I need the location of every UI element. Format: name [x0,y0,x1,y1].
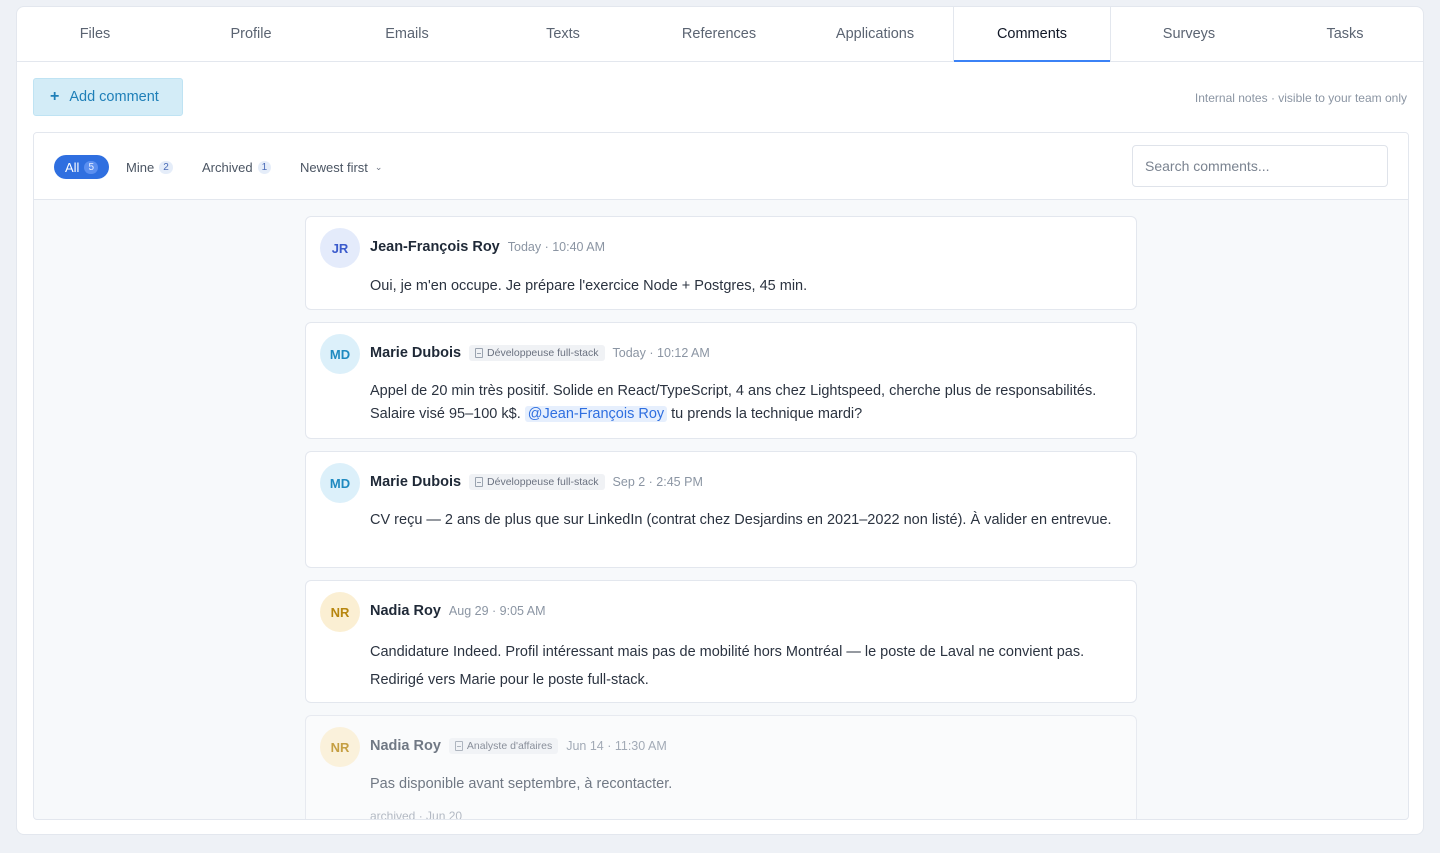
comment-time: Today · 10:40 AM [507,240,606,254]
filter-archived-count: 1 [257,160,272,174]
document-icon [475,477,484,487]
tab-emails[interactable]: Emails [329,7,485,61]
tab-comments[interactable]: Comments [953,7,1111,62]
role-label: Analyste d'affaires [466,740,553,752]
comment-item: JR Jean-François Roy Today · 10:40 AM Ou… [305,216,1137,310]
comments-toolbar: + Add comment Internal notes · visible t… [17,62,1423,132]
tab-texts[interactable]: Texts [485,7,641,61]
chevron-down-icon: ⌄ [374,161,383,172]
comments-card: Files Profile Emails Texts References Ap… [16,6,1424,835]
filter-archived[interactable]: Archived 1 [202,155,272,179]
comment-item: MD Marie Dubois Développeuse full-stack … [305,451,1137,568]
comment-time: Today · 10:12 AM [612,346,710,360]
comment-text-segment: Salaire visé 95–100 k$. [370,406,521,422]
avatar: NR [320,727,360,767]
avatar: JR [320,228,360,268]
tab-applications[interactable]: Applications [797,7,953,61]
avatar: MD [320,334,360,374]
document-icon [454,741,463,751]
comment-item: MD Marie Dubois Développeuse full-stack … [305,322,1137,439]
comment-text: CV reçu — 2 ans de plus que sur LinkedIn… [370,512,1112,528]
comment-time: Aug 29 · 9:05 AM [448,604,546,618]
role-badge[interactable]: Développeuse full-stack [469,345,605,361]
comment-author[interactable]: Marie Dubois [370,345,461,361]
comment-item: NR Nadia Roy Aug 29 · 9:05 AM Candidatur… [305,580,1137,703]
comment-item-archived: NR Nadia Roy Analyste d'affaires Jun 14 … [305,715,1137,820]
comment-text: Candidature Indeed. Profil intéressant m… [370,638,1120,694]
filter-all-label: All [65,159,80,175]
add-comment-label: Add comment [69,89,159,105]
role-label: Développeuse full-stack [487,476,599,488]
role-badge[interactable]: Développeuse full-stack [469,474,605,490]
comment-author[interactable]: Jean-François Roy [370,239,500,255]
tab-surveys[interactable]: Surveys [1111,7,1267,61]
filter-bar: All 5 Mine 2 Archived 1 Newest first ⌄ [34,133,1408,200]
comment-text-line: Candidature Indeed. Profil intéressant m… [370,644,1085,660]
comment-time: Sep 2 · 2:45 PM [612,475,703,489]
comment-text: Oui, je m'en occupe. Je prépare l'exerci… [370,278,808,294]
plus-icon: + [50,88,60,105]
avatar: MD [320,463,360,503]
filter-archived-label: Archived [202,159,253,175]
filter-mine-label: Mine [126,159,155,175]
comment-text-line: Appel de 20 min très positif. Solide en … [370,383,1097,399]
comment-text-line: Redirigé vers Marie pour le poste full-s… [370,672,649,688]
comment-text-line: Salaire visé 95–100 k$. @Jean-François Ro… [370,403,1120,426]
tab-tasks[interactable]: Tasks [1267,7,1423,61]
comment-text: Appel de 20 min très positif. Solide en … [370,380,1120,426]
avatar: NR [320,592,360,632]
add-comment-button[interactable]: + Add comment [33,78,183,116]
tab-references[interactable]: References [641,7,797,61]
mention-link[interactable]: @Jean-François Roy [524,406,668,422]
search-input[interactable] [1132,145,1388,187]
filter-mine-count: 2 [159,160,173,174]
tab-bar: Files Profile Emails Texts References Ap… [17,7,1423,62]
comment-author[interactable]: Nadia Roy [370,738,441,754]
comment-author[interactable]: Marie Dubois [370,474,461,490]
tab-profile[interactable]: Profile [173,7,329,61]
filter-all-count: 5 [84,160,99,174]
internal-notes-hint: Internal notes · visible to your team on… [1194,91,1407,105]
sort-dropdown[interactable]: Newest first ⌄ [300,155,382,179]
tab-files[interactable]: Files [17,7,173,61]
document-icon [475,348,484,358]
role-label: Développeuse full-stack [487,347,599,359]
sort-label: Newest first [300,159,368,175]
comment-text: Pas disponible avant septembre, à recont… [370,776,673,792]
comment-time: Jun 14 · 11:30 AM [566,739,667,753]
filter-all[interactable]: All 5 [54,155,110,179]
comment-author[interactable]: Nadia Roy [370,603,441,619]
archived-note: archived · Jun 20 [370,809,463,820]
filter-mine[interactable]: Mine 2 [126,155,173,179]
comments-panel: All 5 Mine 2 Archived 1 Newest first ⌄ J… [33,132,1409,820]
role-badge[interactable]: Analyste d'affaires [448,738,559,754]
comment-text-segment: tu prends la technique mardi? [671,406,863,422]
